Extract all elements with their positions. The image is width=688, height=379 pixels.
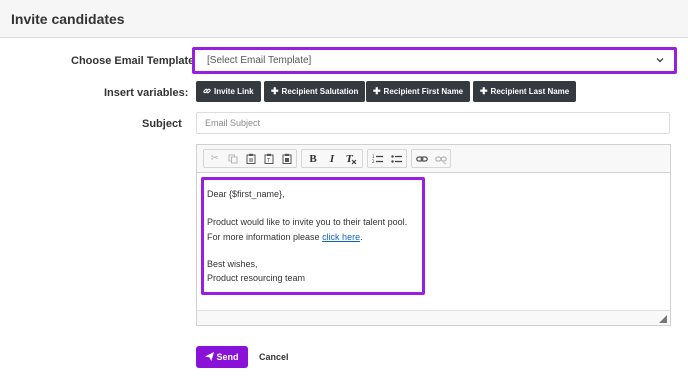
link-icon[interactable] bbox=[415, 152, 429, 166]
link-icon bbox=[203, 81, 211, 102]
insert-invite-link-button[interactable]: Invite Link bbox=[196, 81, 261, 102]
chevron-down-icon bbox=[656, 58, 664, 63]
svg-text:2: 2 bbox=[372, 159, 375, 164]
dialog-title: Invite candidates bbox=[11, 11, 125, 27]
plus-icon: ✚ bbox=[373, 86, 381, 96]
basic-styles-toolbar-group: B I T bbox=[301, 149, 363, 168]
variable-button-label: Recipient First Name bbox=[383, 87, 464, 96]
cut-icon[interactable]: ✂ bbox=[208, 152, 222, 166]
paper-plane-icon bbox=[205, 352, 215, 361]
list-toolbar-group: 12 bbox=[367, 149, 407, 168]
numbered-list-icon[interactable]: 12 bbox=[371, 152, 385, 166]
email-signature: Product resourcing team bbox=[207, 273, 306, 283]
subject-label: Subject bbox=[142, 118, 182, 130]
plus-icon: ✚ bbox=[480, 86, 488, 96]
email-line-invite: Product would like to invite you to thei… bbox=[207, 217, 408, 227]
invite-candidates-dialog: Invite candidates Choose Email Template … bbox=[0, 0, 688, 379]
variable-button-label: Invite Link bbox=[214, 87, 254, 96]
resize-handle-icon[interactable] bbox=[659, 315, 667, 323]
variable-button-label: Recipient Last Name bbox=[490, 87, 570, 96]
plus-icon: ✚ bbox=[271, 86, 279, 96]
dialog-header: Invite candidates bbox=[0, 0, 688, 38]
bulleted-list-icon[interactable] bbox=[390, 152, 404, 166]
send-button-label: Send bbox=[216, 352, 239, 362]
email-subject-input[interactable] bbox=[196, 112, 670, 134]
link-toolbar-group bbox=[411, 149, 451, 168]
email-template-selected-value: [Select Email Template] bbox=[207, 55, 312, 66]
more-info-period: . bbox=[360, 232, 363, 242]
variable-button-label: Recipient Salutation bbox=[281, 87, 359, 96]
insert-variables-label: Insert variables: bbox=[104, 87, 189, 99]
copy-icon[interactable] bbox=[226, 152, 240, 166]
bold-icon[interactable]: B bbox=[306, 152, 320, 166]
paste-word-icon[interactable] bbox=[280, 152, 294, 166]
click-here-link[interactable]: click here bbox=[322, 232, 360, 242]
cancel-button[interactable]: Cancel bbox=[259, 346, 289, 368]
email-line-more-info: For more information please click here. bbox=[207, 232, 363, 242]
insert-recipient-first-name-button[interactable]: ✚ Recipient First Name bbox=[366, 81, 471, 102]
insert-recipient-last-name-button[interactable]: ✚ Recipient Last Name bbox=[473, 81, 577, 102]
email-body-editor: ✂ T B I T 1 2 Dear {$first_name}, Produc… bbox=[196, 144, 671, 326]
template-label: Choose Email Template bbox=[71, 55, 195, 67]
email-signoff: Best wishes, bbox=[207, 259, 258, 269]
email-greeting: Dear {$first_name}, bbox=[207, 189, 285, 199]
send-button[interactable]: Send bbox=[196, 346, 248, 368]
insert-recipient-salutation-button[interactable]: ✚ Recipient Salutation bbox=[264, 81, 366, 102]
paste-icon[interactable] bbox=[244, 152, 258, 166]
editor-footer bbox=[197, 310, 670, 325]
remove-format-icon[interactable]: T bbox=[344, 152, 358, 166]
more-info-text: For more information please bbox=[207, 232, 323, 242]
unlink-icon[interactable] bbox=[434, 152, 448, 166]
editor-content-area[interactable]: Dear {$first_name}, Product would like t… bbox=[197, 174, 670, 310]
clipboard-toolbar-group: ✂ T bbox=[203, 149, 297, 168]
email-template-select[interactable]: [Select Email Template] bbox=[192, 47, 677, 74]
paste-text-icon[interactable]: T bbox=[262, 152, 276, 166]
editor-toolbar: ✂ T B I T 1 2 bbox=[197, 145, 670, 173]
italic-icon[interactable]: I bbox=[325, 152, 339, 166]
